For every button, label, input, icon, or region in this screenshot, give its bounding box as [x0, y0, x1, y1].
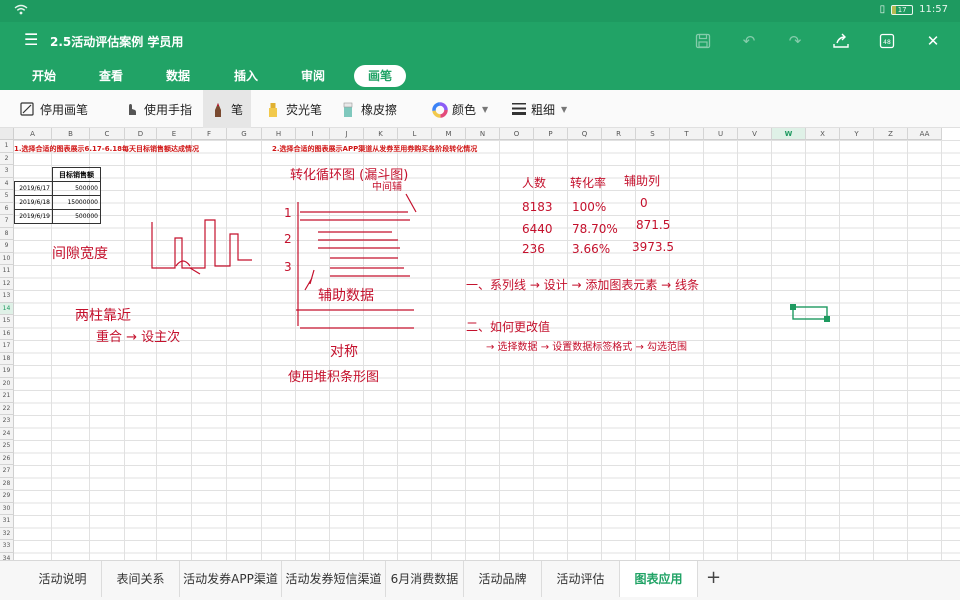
sheet-count-icon[interactable]: 48 [874, 29, 900, 53]
ink-col-header-people: 人数 [522, 176, 547, 190]
color-button[interactable]: 颜色 ▼ [428, 97, 492, 121]
status-bar: ▯ 17 11:57 [0, 0, 960, 22]
share-icon[interactable] [828, 29, 854, 53]
ink-num-2: 2 [284, 232, 292, 246]
ink-sketch-left [151, 219, 252, 275]
ink-val-r3c2: 3.66% [572, 242, 611, 256]
chevron-down-icon: ▼ [561, 104, 568, 114]
add-sheet-icon[interactable]: + [706, 567, 721, 588]
wifi-icon [14, 4, 28, 18]
stop-pen-button[interactable]: 停用画笔 [16, 97, 92, 121]
ink-note-overlap: 重合 → 设主次 [96, 330, 181, 345]
ink-val-r2c3: 871.5 [636, 218, 671, 232]
finger-icon [124, 102, 138, 116]
ink-note-gap-width: 间隙宽度 [52, 246, 108, 262]
line-weight-icon [511, 102, 526, 116]
sheet-tab[interactable]: 表间关系 [102, 561, 180, 597]
ink-note-aux-data: 辅助数据 [318, 288, 374, 304]
sheet-tab[interactable]: 活动品牌 [464, 561, 542, 597]
undo-icon[interactable]: ↶ [736, 29, 762, 53]
color-wheel-icon [432, 102, 448, 118]
close-icon[interactable]: ✕ [920, 29, 946, 53]
battery-icon: 17 [891, 4, 914, 15]
pen-toolbar: 停用画笔 使用手指 笔 荧光笔 橡皮擦 颜色 ▼ 粗细 ▼ [0, 90, 960, 128]
ink-note-stacked-bar: 使用堆积条形图 [288, 370, 380, 385]
ink-val-r3c1: 236 [522, 242, 545, 256]
pen-icon [211, 102, 225, 117]
sheet-tab[interactable]: 活动说明 [24, 561, 102, 597]
ink-val-r1c3: 0 [640, 196, 648, 210]
ink-val-r2c1: 6440 [522, 222, 553, 236]
save-icon[interactable] [690, 29, 716, 53]
ink-col-header-aux: 辅助列 [624, 174, 661, 188]
sheet-tabs-bar: 活动说明 表间关系 活动发券APP渠道 活动发券短信渠道 6月消费数据 活动品牌… [0, 560, 960, 600]
ink-note-bars-close: 两柱靠近 [75, 308, 131, 324]
sheet-tab[interactable]: 活动发券APP渠道 [180, 561, 282, 597]
tab-view[interactable]: 查看 [85, 65, 137, 87]
ribbon-tabs: 开始 查看 数据 插入 审阅 画笔 [0, 60, 960, 90]
document-title: 2.5活动评估案例 学员用 [50, 35, 184, 49]
svg-text:48: 48 [883, 39, 891, 46]
ink-step-2: 二、如何更改值 [466, 320, 551, 334]
ink-num-3: 3 [284, 260, 292, 274]
thickness-button[interactable]: 粗细 ▼ [507, 97, 571, 121]
vibrate-icon: ▯ [879, 4, 886, 15]
eraser-button[interactable]: 橡皮擦 [337, 97, 401, 121]
title-bar: ☰ 2.5活动评估案例 学员用 ↶ ↷ 48 ✕ [0, 22, 960, 60]
chevron-down-icon: ▼ [482, 104, 489, 114]
ink-step-3: → 选择数据 → 设置数据标签格式 → 勾选范围 [486, 342, 688, 353]
redo-icon[interactable]: ↷ [782, 29, 808, 53]
ink-val-r2c2: 78.70% [572, 222, 618, 236]
ink-val-r1c2: 100% [572, 200, 607, 214]
tab-review[interactable]: 审阅 [287, 65, 339, 87]
ink-sketch-funnel [296, 193, 417, 329]
ink-step-1: 一、系列线 → 设计 → 添加图表元素 → 线条 [466, 278, 700, 292]
ink-col-header-rate: 转化率 [570, 176, 607, 190]
tab-pen[interactable]: 画笔 [354, 65, 407, 87]
menu-icon[interactable]: ☰ [24, 30, 38, 49]
sheet-tab[interactable]: 活动评估 [542, 561, 620, 597]
ink-selection-frame [790, 304, 830, 322]
ink-num-1: 1 [284, 206, 292, 220]
ink-note-symmetric: 对称 [330, 344, 358, 360]
clock: 11:57 [919, 4, 948, 15]
ink-note-middle-aux: 中间辅 [372, 182, 402, 193]
sheet-tab[interactable]: 6月消费数据 [386, 561, 464, 597]
ink-val-r1c1: 8183 [522, 200, 553, 214]
sheet-tab[interactable]: 活动发券短信渠道 [282, 561, 386, 597]
use-finger-button[interactable]: 使用手指 [120, 97, 196, 121]
tab-data[interactable]: 数据 [152, 65, 204, 87]
sheet-tab-active[interactable]: 图表应用 [620, 561, 698, 597]
eraser-icon [341, 102, 355, 117]
pen-button[interactable]: 笔 [203, 90, 252, 128]
spreadsheet-grid[interactable]: A B C D E F G H I J K L M N O P Q R S T U V W X Y Z AA 1 2 3 4 5 6 7 8 9 10… [0, 128, 960, 560]
tab-home[interactable]: 开始 [18, 65, 70, 87]
tab-insert[interactable]: 插入 [220, 65, 272, 87]
highlighter-button[interactable]: 荧光笔 [262, 97, 326, 121]
stop-pen-icon [20, 102, 34, 116]
ink-val-r3c3: 3973.5 [632, 240, 674, 254]
highlighter-icon [266, 102, 280, 117]
